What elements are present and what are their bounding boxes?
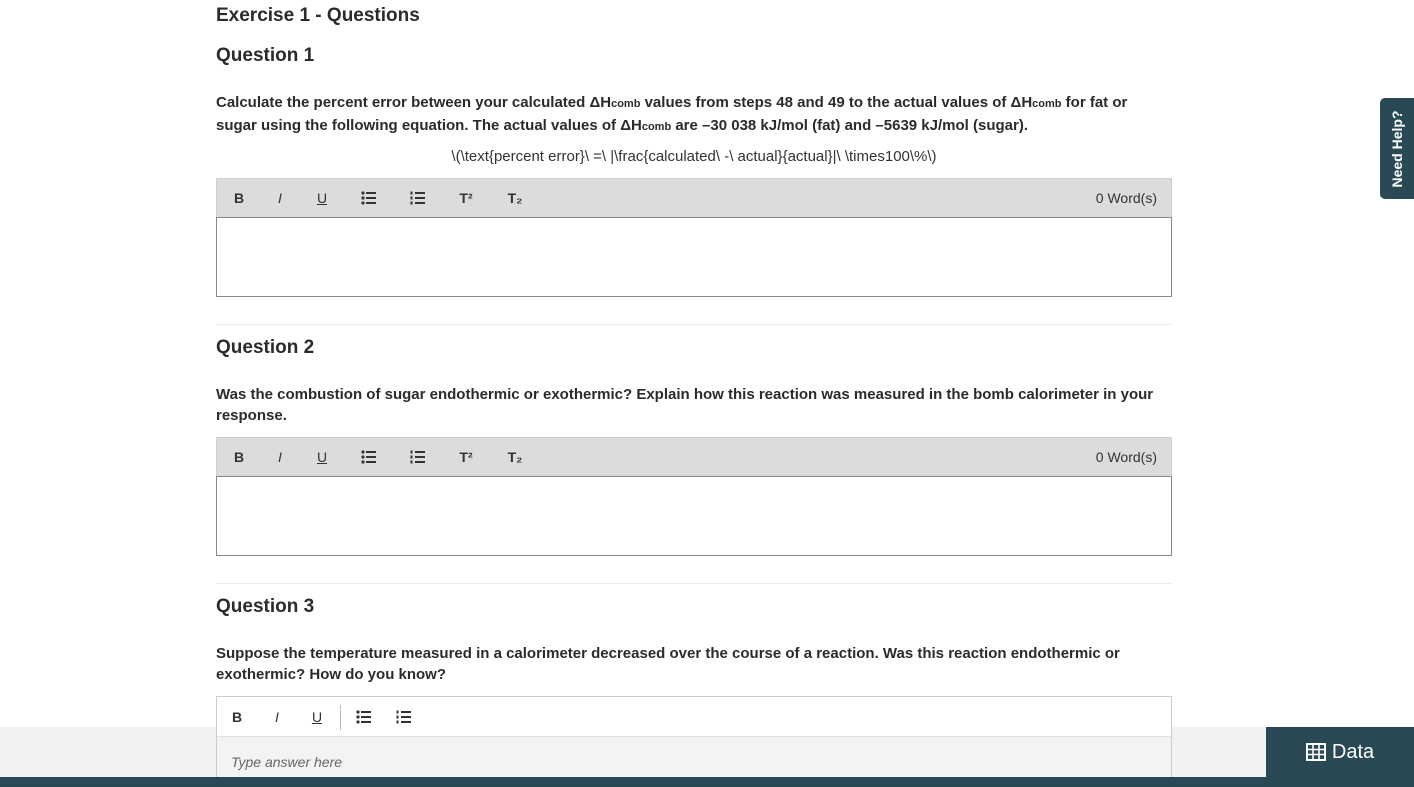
toolbar-separator: [340, 705, 341, 730]
question-3-editor: B I U Type answer here: [216, 696, 1172, 787]
bullet-list-icon: [361, 450, 376, 464]
bullet-list-button[interactable]: [358, 188, 380, 208]
underline-button[interactable]: U: [311, 447, 333, 467]
word-count: 0 Word(s): [1095, 449, 1157, 465]
numbered-list-button[interactable]: [407, 447, 429, 467]
need-help-label: Need Help?: [1389, 109, 1405, 188]
italic-button[interactable]: I: [266, 707, 288, 727]
superscript-button[interactable]: T²: [455, 188, 477, 208]
bullet-list-button[interactable]: [358, 447, 380, 467]
superscript-button[interactable]: T²: [455, 447, 477, 467]
table-icon: [1305, 743, 1326, 761]
editor-toolbar: B I U T² T₂ 0 Word(s): [216, 178, 1172, 217]
question-1-text: Calculate the percent error between your…: [216, 94, 1128, 134]
question-1-editor: B I U T² T₂ 0 Word(s): [216, 178, 1172, 297]
divider: [216, 583, 1172, 584]
bullet-list-button[interactable]: [353, 707, 375, 727]
divider: [216, 324, 1172, 325]
question-2-editor: B I U T² T₂ 0 Word(s): [216, 437, 1172, 556]
question-3-text: Suppose the temperature measured in a ca…: [216, 645, 1120, 683]
numbered-list-button[interactable]: [393, 707, 415, 727]
numbered-list-button[interactable]: [407, 188, 429, 208]
data-button[interactable]: Data: [1266, 727, 1414, 777]
italic-button[interactable]: I: [269, 188, 291, 208]
numbered-list-icon: [410, 191, 425, 205]
word-count: 0 Word(s): [1095, 190, 1157, 206]
page-title: Exercise 1 - Questions: [216, 5, 420, 26]
subscript-button[interactable]: T₂: [504, 447, 526, 467]
bottom-bar: [0, 777, 1414, 787]
bold-button[interactable]: B: [228, 447, 250, 467]
underline-button[interactable]: U: [311, 188, 333, 208]
question-1-title: Question 1: [216, 45, 315, 66]
bullet-list-icon: [356, 710, 371, 724]
editor-toolbar: B I U: [216, 696, 1172, 737]
subscript-button[interactable]: T₂: [504, 188, 526, 208]
need-help-tab[interactable]: Need Help?: [1380, 98, 1414, 199]
question-2-answer-field[interactable]: [216, 476, 1172, 556]
question-2-text: Was the combustion of sugar endothermic …: [216, 386, 1154, 424]
bold-button[interactable]: B: [228, 188, 250, 208]
question-3-title: Question 3: [216, 596, 315, 617]
question-1-equation: \(\text{percent error}\ =\ |\frac{calcul…: [451, 148, 937, 165]
underline-button[interactable]: U: [306, 707, 328, 727]
italic-button[interactable]: I: [269, 447, 291, 467]
data-button-label: Data: [1331, 740, 1375, 763]
bold-button[interactable]: B: [226, 707, 248, 727]
question-2-title: Question 2: [216, 337, 315, 358]
numbered-list-icon: [410, 450, 425, 464]
editor-toolbar: B I U T² T₂ 0 Word(s): [216, 437, 1172, 476]
question-1-answer-field[interactable]: [216, 217, 1172, 297]
bullet-list-icon: [361, 191, 376, 205]
numbered-list-icon: [396, 710, 411, 724]
